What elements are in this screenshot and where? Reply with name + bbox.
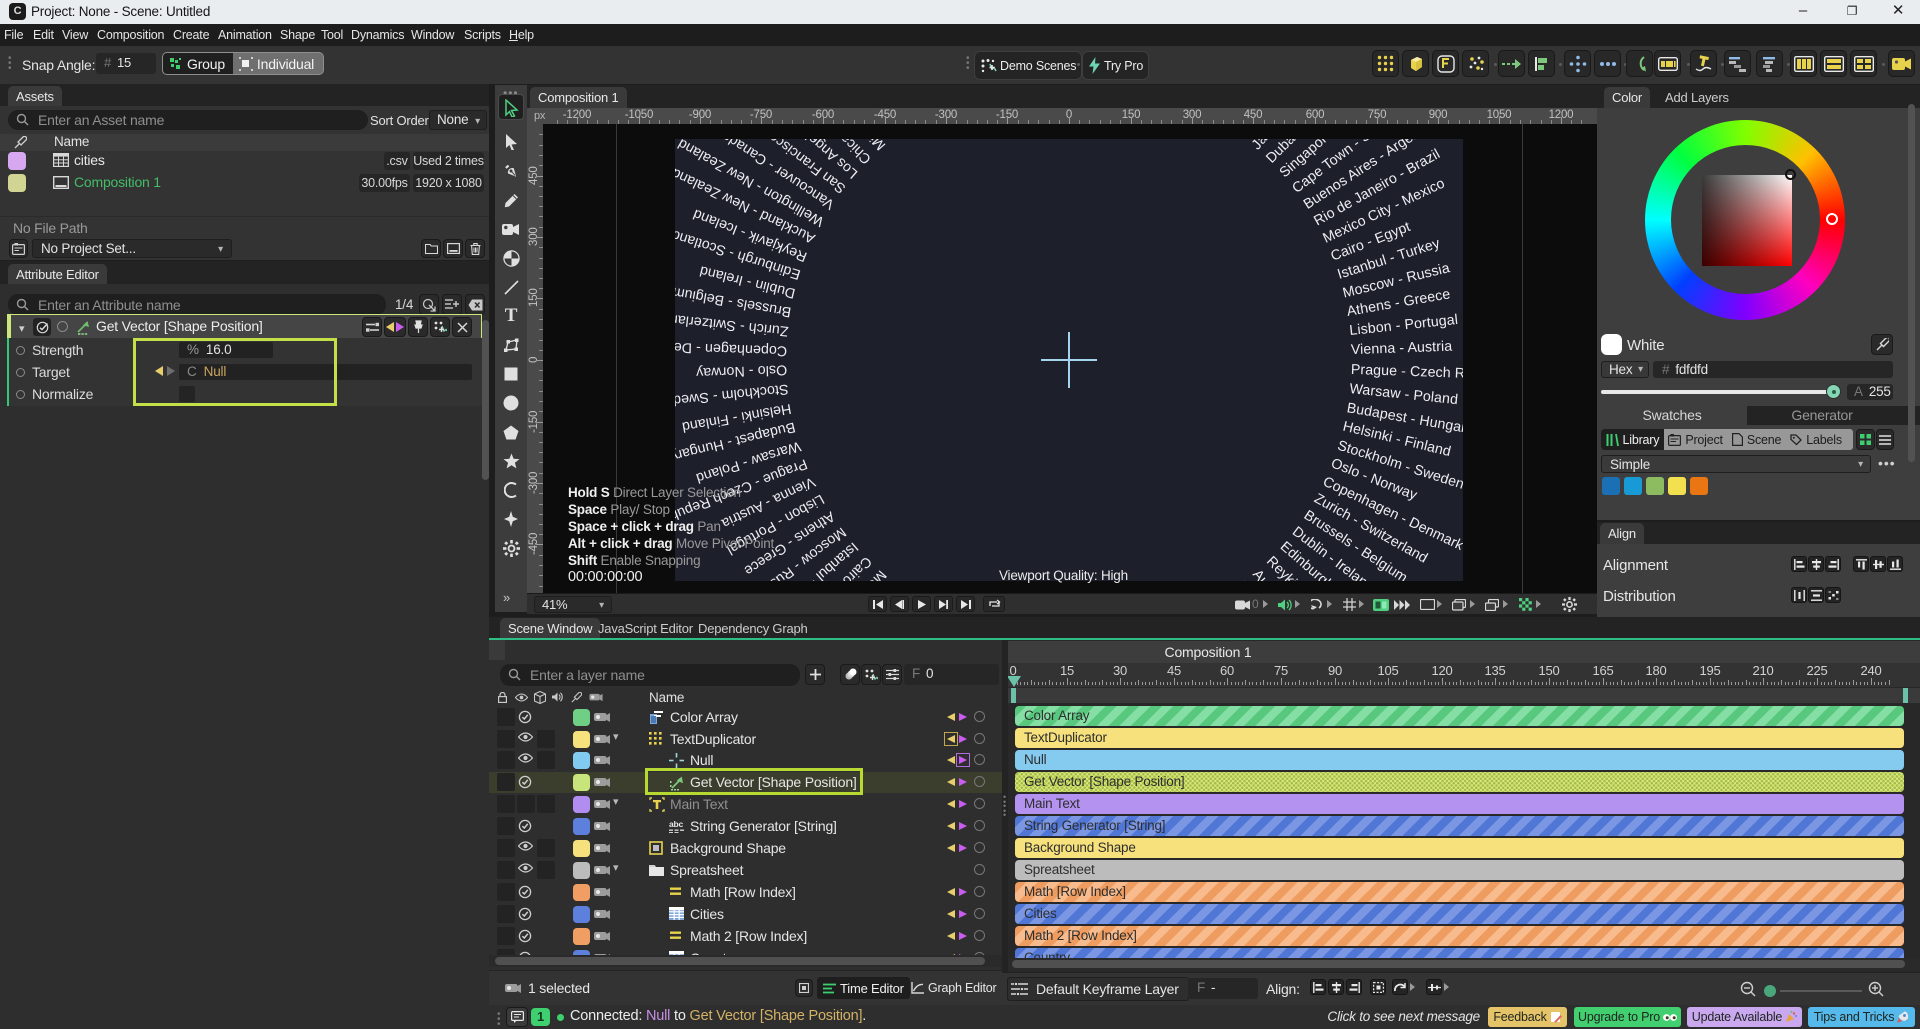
- svg-text:abc: abc: [669, 819, 684, 829]
